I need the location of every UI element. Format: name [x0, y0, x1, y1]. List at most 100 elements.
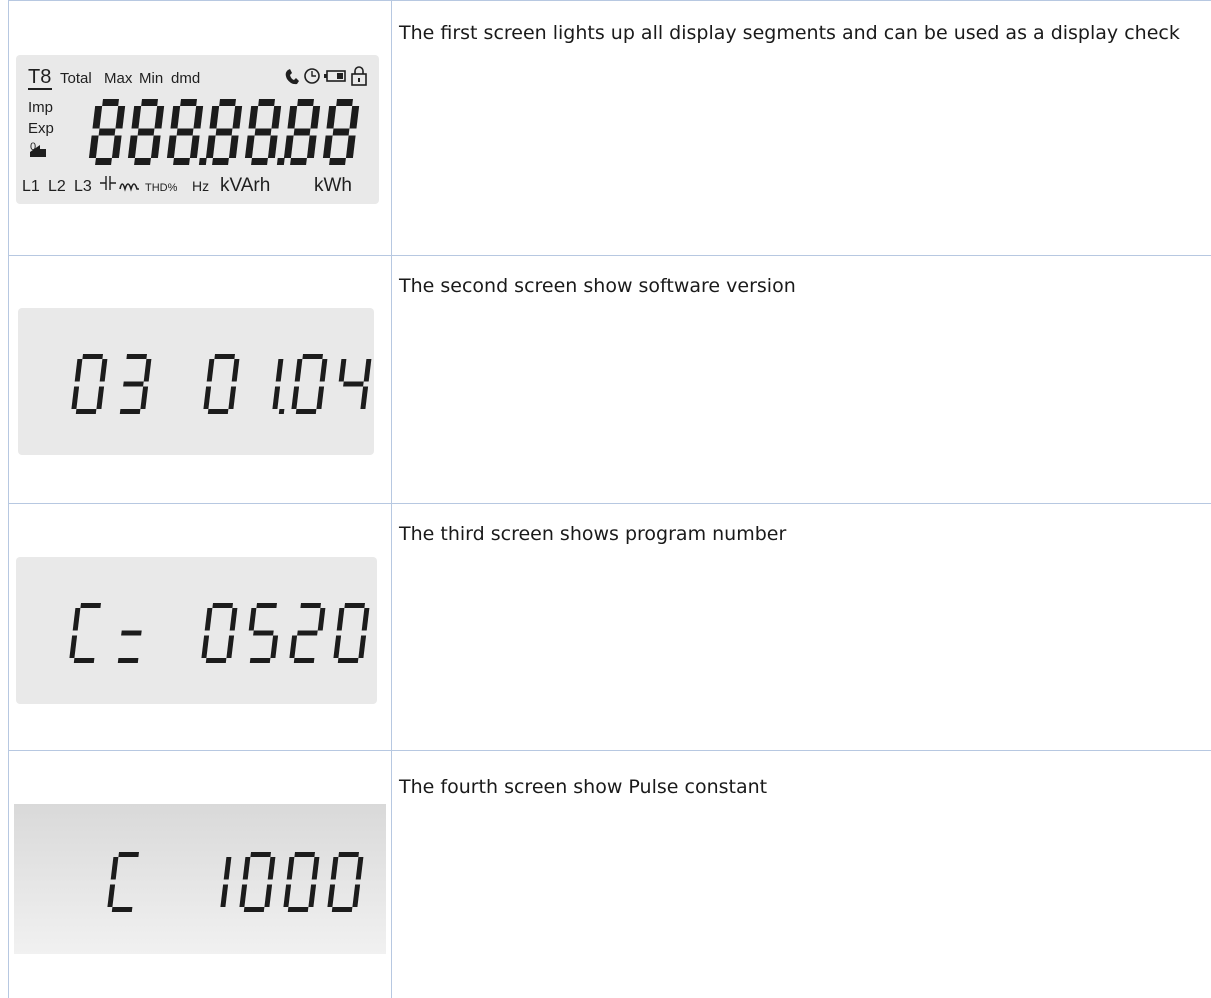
lcd-segment [206, 359, 215, 382]
lcd-segment [289, 635, 298, 658]
lcd-segment [137, 128, 155, 136]
lcd-segment [253, 630, 274, 636]
lcd-digit [289, 603, 326, 663]
lcd-segment [107, 884, 116, 907]
lcd-segment [270, 635, 279, 658]
lcd-segment [219, 99, 236, 106]
lcd-segment [204, 608, 213, 631]
lcd-segment [209, 106, 220, 129]
lcd-display-graphic [69, 603, 370, 663]
lcd-display-graphic: T8 Total Max Min dmd Imp Exp 0 L1 L2 L3 … [22, 66, 367, 196]
lcd-segment [250, 852, 271, 857]
lcd-digit-row [88, 99, 360, 165]
lcd-segment [75, 409, 97, 414]
table-column-divider [391, 0, 392, 998]
lcd-segment [327, 884, 336, 907]
lcd-digit [107, 852, 139, 912]
row-4-description: The fourth screen show Pulse constant [399, 776, 768, 798]
lcd-segment [345, 135, 356, 158]
lcd-digit [239, 852, 276, 912]
lcd-segment [189, 135, 200, 158]
row-divider [8, 255, 1211, 256]
lcd-segment [326, 106, 337, 129]
lcd-digit [119, 354, 152, 414]
lcd-segment [203, 386, 212, 409]
lcd-digit [283, 99, 321, 165]
lcd-segment [166, 135, 177, 158]
lcd-segment [352, 884, 361, 907]
lcd-segment [272, 386, 281, 409]
lcd-segment [244, 135, 255, 158]
lcd-segment [336, 608, 345, 631]
lcd-segment [140, 386, 149, 409]
row-3-description: The third screen shows program number [399, 523, 787, 545]
thd-label: THD% [145, 182, 178, 194]
lcd-display-graphic [107, 852, 364, 912]
lcd-segment [201, 635, 210, 658]
lcd-digit [248, 603, 279, 663]
lcd-segment [72, 608, 81, 631]
lcd-segment [176, 128, 194, 136]
lcd-segment [329, 158, 346, 165]
lcd-segment [290, 158, 307, 165]
lcd-segment [141, 99, 158, 106]
battery-icon [324, 70, 346, 82]
lcd-segment [180, 99, 197, 106]
lcd-segment [293, 128, 311, 136]
lcd-segment [88, 135, 99, 158]
lcd-segment [363, 359, 372, 382]
inductor-icon [119, 183, 139, 192]
lcd-segment [102, 99, 119, 106]
row-divider [8, 750, 1211, 751]
lcd-segment [308, 884, 317, 907]
lcd-digit [283, 852, 320, 912]
lcd-segment [331, 907, 353, 912]
lcd-decimal-point [198, 158, 207, 165]
lcd-segment [336, 99, 353, 106]
phase-l3-label: L3 [74, 178, 92, 195]
kwh-label: kWh [314, 175, 352, 196]
lcd-segment [229, 608, 238, 631]
lcd-segment [212, 603, 233, 608]
lcd-segment [95, 158, 112, 165]
lcd-segment [258, 99, 275, 106]
total-label: Total [60, 70, 92, 87]
lcd-segment [111, 135, 122, 158]
lcd-digit [127, 99, 165, 165]
lcd-segment [220, 884, 229, 907]
table-left-border [8, 0, 9, 998]
export-label: Exp [28, 120, 54, 137]
lcd-segment [275, 359, 284, 382]
lcd-segment [74, 359, 83, 382]
lcd-segment [215, 128, 233, 136]
lcd-segment [264, 884, 273, 907]
lcd-segment [316, 386, 325, 409]
lcd-segment [96, 386, 105, 409]
lcd-segment [193, 106, 204, 129]
lcd-segment [293, 658, 315, 663]
row-divider [8, 503, 1211, 504]
lcd-segment [214, 354, 235, 359]
lcd-segment [143, 359, 152, 382]
lcd-segment [226, 635, 235, 658]
import-label: Imp [28, 99, 53, 116]
phase-l1-label: L1 [22, 178, 40, 195]
capacitor-icon [100, 176, 116, 190]
lcd-segment [80, 603, 101, 608]
lcd-segment [118, 852, 139, 857]
phase-l2-label: L2 [48, 178, 66, 195]
lcd-segment [337, 658, 359, 663]
lcd-segment [248, 608, 257, 631]
lcd-segment [126, 354, 147, 359]
lcd-display-graphic [71, 354, 372, 414]
lcd-segment [360, 386, 369, 409]
lcd-segment [256, 603, 277, 608]
lcd-segment [92, 106, 103, 129]
lcd-segment [249, 658, 271, 663]
lcd-segment [228, 135, 239, 158]
lcd-segment [73, 658, 95, 663]
lcd-segment [243, 907, 265, 912]
lcd-decimal-point [276, 158, 285, 165]
lcd-segment [212, 158, 229, 165]
kvarh-label: kVArh [220, 175, 270, 196]
